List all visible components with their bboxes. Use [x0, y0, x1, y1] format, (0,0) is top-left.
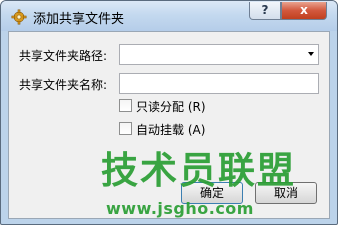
folder-path-combobox[interactable]: [119, 44, 319, 65]
title-bar[interactable]: 添加共享文件夹 ? x: [1, 1, 337, 31]
window-title: 添加共享文件夹: [33, 12, 125, 27]
gear-icon: [11, 9, 27, 25]
folder-path-label: 共享文件夹路径:: [19, 49, 108, 63]
close-button[interactable]: x: [281, 2, 327, 20]
help-button[interactable]: ?: [249, 2, 281, 20]
automount-mnemonic: (A): [187, 123, 206, 137]
ok-button[interactable]: 确定: [181, 182, 243, 204]
automount-label-text: 自动挂载: [136, 123, 185, 137]
readonly-checkbox[interactable]: [119, 99, 132, 112]
folder-name-input[interactable]: [119, 73, 319, 94]
automount-label[interactable]: 自动挂载 (A): [136, 121, 205, 138]
folder-name-label: 共享文件夹名称:: [19, 78, 108, 92]
automount-checkbox[interactable]: [119, 122, 132, 135]
readonly-label-text: 只读分配: [136, 100, 185, 114]
dropdown-arrow-icon[interactable]: [308, 52, 314, 56]
dialog-window: 添加共享文件夹 ? x 共享文件夹路径: 共享文件夹名称: 只读分配 (R) 自…: [0, 0, 338, 225]
cancel-button[interactable]: 取消: [255, 182, 317, 204]
dialog-body: 共享文件夹路径: 共享文件夹名称: 只读分配 (R) 自动挂载 (A) 确定 取…: [8, 31, 330, 219]
readonly-label[interactable]: 只读分配 (R): [136, 98, 206, 115]
close-icon: x: [300, 3, 308, 17]
readonly-mnemonic: (R): [187, 100, 206, 114]
